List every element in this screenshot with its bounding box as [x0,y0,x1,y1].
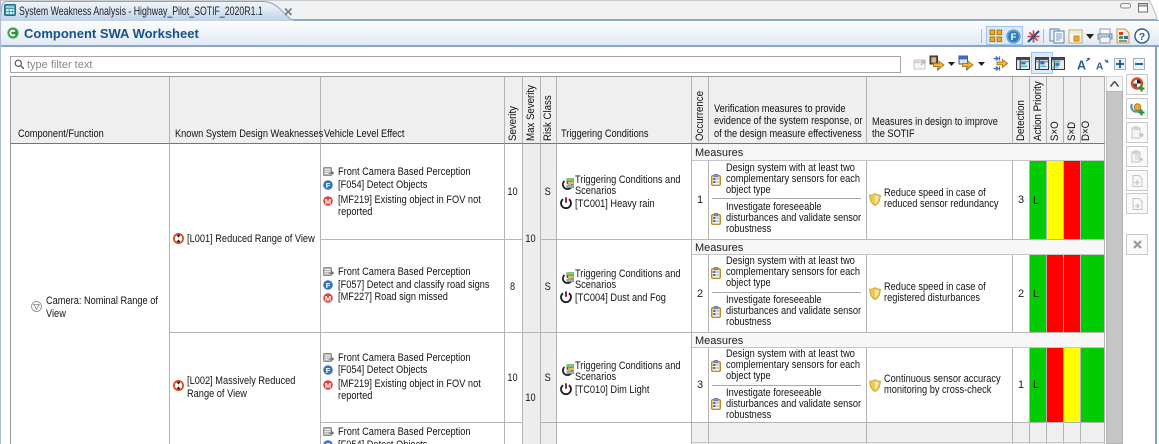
svg-text:F: F [1011,32,1017,43]
svg-text:A: A [1077,59,1086,71]
svg-text:A: A [1096,62,1103,71]
svg-text:F: F [326,181,331,190]
svg-text:M: M [325,197,331,206]
svg-text:F: F [326,366,331,375]
svg-text:M: M [325,294,331,303]
svg-text:M: M [325,381,331,390]
svg-text:?: ? [1139,31,1145,43]
svg-text:F: F [326,281,331,290]
